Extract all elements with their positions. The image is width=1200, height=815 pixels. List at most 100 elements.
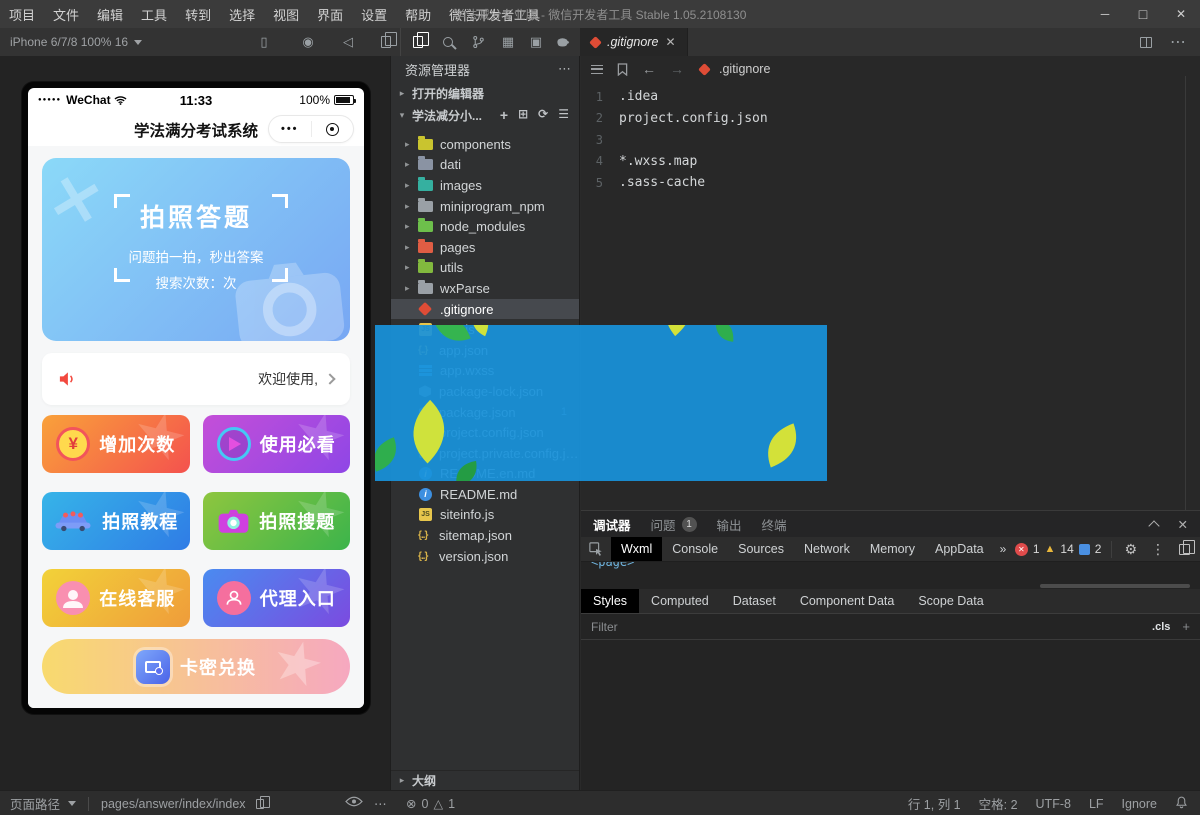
new-file-icon[interactable]: +: [500, 107, 508, 123]
menu-item-项目[interactable]: 项目: [0, 0, 44, 28]
split-editor-icon[interactable]: [1140, 37, 1152, 48]
code-line-3[interactable]: 3: [581, 129, 1180, 151]
capsule-menu[interactable]: •••: [268, 115, 354, 143]
close-panel-icon[interactable]: ✕: [1178, 517, 1188, 532]
code-line-5[interactable]: 5.sass-cache: [581, 172, 1180, 194]
tree-item-pages[interactable]: ▸pages: [391, 237, 579, 258]
menu-item-编辑[interactable]: 编辑: [88, 0, 132, 28]
tree-item-version.json[interactable]: {..}version.json: [391, 546, 579, 567]
multi-window-icon[interactable]: [372, 28, 400, 56]
tree-item-dati[interactable]: ▸dati: [391, 155, 579, 176]
grid-button-拍照教程[interactable]: ★拍照教程: [42, 492, 190, 550]
devtools-tab-AppData[interactable]: AppData: [925, 537, 994, 561]
menu-item-视图[interactable]: 视图: [264, 0, 308, 28]
forward-arrow-icon[interactable]: →: [670, 61, 684, 77]
language-mode[interactable]: Ignore: [1122, 797, 1157, 811]
add-style-button[interactable]: +: [1182, 619, 1190, 634]
devtools-tab-Network[interactable]: Network: [794, 537, 860, 561]
grid-button-代理入口[interactable]: ★代理入口: [203, 569, 351, 627]
close-tab-icon[interactable]: ✕: [665, 35, 675, 49]
files-icon[interactable]: [404, 28, 432, 56]
cls-button[interactable]: .cls: [1152, 621, 1170, 633]
menu-item-转到[interactable]: 转到: [176, 0, 220, 28]
gear-icon[interactable]: ⚙: [1124, 541, 1137, 558]
code-line-1[interactable]: 1.idea: [581, 86, 1180, 108]
devtools-tab-Sources[interactable]: Sources: [728, 537, 794, 561]
tree-item-.gitignore[interactable]: .gitignore: [391, 299, 579, 320]
more-actions-icon[interactable]: ⋯: [1170, 32, 1186, 52]
inspect-element-icon[interactable]: [581, 542, 611, 556]
element-preview[interactable]: <page>: [581, 562, 1200, 574]
grid-button-使用必看[interactable]: ★使用必看: [203, 415, 351, 473]
grid-button-在线客服[interactable]: ★在线客服: [42, 569, 190, 627]
undock-icon[interactable]: [1179, 544, 1190, 555]
more-icon[interactable]: ⋯: [374, 791, 387, 815]
horizontal-scrollbar[interactable]: [1040, 584, 1190, 588]
copy-icon[interactable]: [256, 799, 264, 809]
collapse-panel-icon[interactable]: [1148, 520, 1159, 531]
panel-tab-终端[interactable]: 终端: [762, 515, 787, 534]
tree-item-sitemap.json[interactable]: {..}sitemap.json: [391, 525, 579, 546]
more-tabs-icon[interactable]: »: [994, 542, 1013, 556]
encoding[interactable]: UTF-8: [1036, 797, 1071, 811]
eye-icon[interactable]: [345, 796, 363, 810]
grid-button-拍照搜题[interactable]: ★拍照搜题: [203, 492, 351, 550]
menu-item-设置[interactable]: 设置: [352, 0, 396, 28]
menu-item-界面[interactable]: 界面: [308, 0, 352, 28]
mute-icon[interactable]: ◁: [334, 28, 362, 56]
menu-item-帮助[interactable]: 帮助: [396, 0, 440, 28]
inspector-tab-component-data[interactable]: Component Data: [788, 589, 907, 613]
search-icon[interactable]: [434, 28, 462, 56]
page-path-label[interactable]: 页面路径: [10, 794, 60, 813]
tree-item-miniprogram_npm[interactable]: ▸miniprogram_npm: [391, 196, 579, 217]
maximize-button[interactable]: □: [1124, 0, 1162, 28]
tree-item-README.md[interactable]: iREADME.md: [391, 484, 579, 505]
inspector-tab-styles[interactable]: Styles: [581, 589, 639, 613]
redeem-button[interactable]: ★卡密兑换: [42, 639, 350, 694]
tree-item-utils[interactable]: ▸utils: [391, 258, 579, 279]
outline-section[interactable]: ▸ 大纲: [391, 770, 579, 790]
tree-item-node_modules[interactable]: ▸node_modules: [391, 216, 579, 237]
photo-answer-card[interactable]: ✕ 拍照答题 问题拍一拍，秒出答案 搜索次数：次: [42, 158, 350, 341]
page-path[interactable]: pages/answer/index/index: [101, 797, 246, 811]
panel-tab-问题[interactable]: 问题1: [651, 515, 697, 534]
project-section[interactable]: ▾ 学法减分小... + ⊞ ⟳ ☰: [391, 104, 579, 126]
tree-item-images[interactable]: ▸images: [391, 175, 579, 196]
open-editors-section[interactable]: ▸ 打开的编辑器: [391, 82, 579, 104]
devtools-tab-Wxml[interactable]: Wxml: [611, 537, 662, 561]
new-folder-icon[interactable]: ⊞: [518, 107, 528, 123]
inspector-tab-scope-data[interactable]: Scope Data: [906, 589, 995, 613]
notice-bar[interactable]: 欢迎使用,: [42, 353, 350, 405]
collapse-all-icon[interactable]: ☰: [558, 107, 569, 123]
layout-icon[interactable]: ▣: [522, 28, 550, 56]
tree-item-siteinfo.js[interactable]: JSsiteinfo.js: [391, 505, 579, 526]
close-circle-icon[interactable]: [312, 123, 354, 136]
more-menu-icon[interactable]: •••: [269, 123, 311, 135]
code-area[interactable]: 1.idea2project.config.json34*.wxss.map5.…: [581, 86, 1180, 194]
grid-button-增加次数[interactable]: ★¥增加次数: [42, 415, 190, 473]
plugins-icon[interactable]: ▦: [494, 28, 522, 56]
bookmark-icon[interactable]: [617, 63, 628, 76]
tree-item-components[interactable]: ▸components: [391, 134, 579, 155]
error-count[interactable]: 1: [1033, 542, 1040, 556]
device-selector[interactable]: iPhone 6/7/8 100% 16: [10, 28, 142, 56]
devtools-tab-Console[interactable]: Console: [662, 537, 728, 561]
git-branch-icon[interactable]: [464, 28, 492, 56]
list-icon[interactable]: [591, 65, 603, 74]
cursor-position[interactable]: 行 1, 列 1: [908, 794, 961, 813]
devtools-tab-Memory[interactable]: Memory: [860, 537, 925, 561]
tab-gitignore[interactable]: .gitignore ✕: [580, 28, 688, 56]
eol[interactable]: LF: [1089, 797, 1104, 811]
explorer-more-icon[interactable]: ⋯: [558, 61, 571, 77]
problems-indicator[interactable]: ⊗ 0 △ 1: [406, 791, 455, 815]
close-button[interactable]: ✕: [1162, 0, 1200, 28]
code-line-4[interactable]: 4*.wxss.map: [581, 151, 1180, 173]
code-line-2[interactable]: 2project.config.json: [581, 108, 1180, 130]
record-icon[interactable]: ◉: [294, 28, 322, 56]
minimize-button[interactable]: ─: [1086, 0, 1124, 28]
tree-item-wxParse[interactable]: ▸wxParse: [391, 278, 579, 299]
inspector-tab-dataset[interactable]: Dataset: [721, 589, 788, 613]
back-arrow-icon[interactable]: ←: [642, 61, 656, 77]
menu-item-文件[interactable]: 文件: [44, 0, 88, 28]
info-count[interactable]: 2: [1095, 542, 1102, 556]
